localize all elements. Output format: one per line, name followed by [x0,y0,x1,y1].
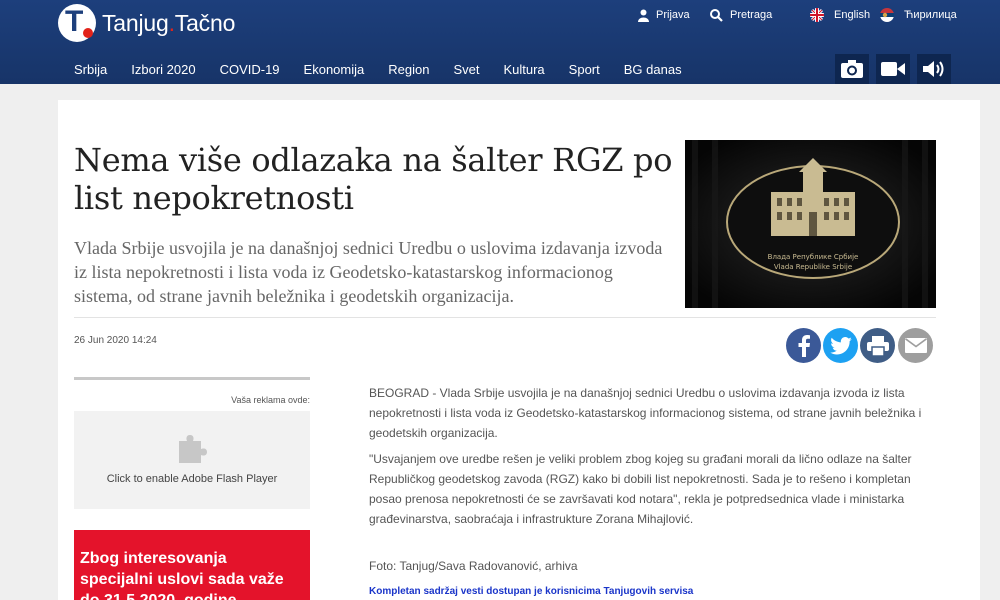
nav-item-srbija[interactable]: Srbija [62,56,119,84]
serbia-flag-icon [880,8,894,22]
facebook-icon [798,334,810,357]
article-lead: Vlada Srbije usvojila je na današnjoj se… [74,238,663,306]
search-label: Pretraga [730,9,773,21]
plugin-puzzle-icon [179,435,207,463]
divider [74,317,936,318]
article-paragraph: BEOGRAD - Vlada Srbije usvojila je na da… [369,386,922,440]
uk-flag-icon [810,8,824,22]
share-twitter-button[interactable] [823,328,858,363]
nav-item-bg-danas[interactable]: BG danas [612,56,694,84]
camera-icon [841,60,863,78]
promo-banner[interactable]: Zbog interesovanja specijalni uslovi sad… [74,530,310,600]
login-label: Prijava [656,9,690,21]
video-icon [881,62,905,76]
audio-icon [923,61,944,77]
logo-mark: T [58,4,96,42]
email-button[interactable] [898,328,933,363]
photo-button[interactable] [835,54,869,84]
article-title: Nema više odlazaka na šalter RGZ po list… [74,141,673,217]
article-body: BEOGRAD - Vlada Srbije usvojila je na da… [369,383,929,535]
nav-item-svet[interactable]: Svet [441,56,491,84]
article-image[interactable]: Влада Републике Србије Vlada Republike S… [685,140,936,308]
svg-text:Влада Републике Србије: Влада Републике Србије [768,253,859,261]
sidebar-rule [74,377,310,380]
full-content-link[interactable]: Kompletan sadržaj vesti dostupan je kori… [369,586,693,597]
lang-english-label: English [834,9,871,21]
twitter-icon [829,336,852,354]
audio-button[interactable] [917,54,951,84]
article-card: Nema više odlazaka na šalter RGZ po list… [58,100,980,600]
print-button[interactable] [860,328,895,363]
user-icon [638,9,649,22]
site-header: T Tanjug.Tačno Prijava Pretraga English … [0,0,1000,84]
ad-label: Vaša reklama ovde: [231,395,310,405]
lang-cyrillic[interactable]: Ћирилица [880,6,957,24]
share-facebook-button[interactable] [786,328,821,363]
nav-item-izbori-2020[interactable]: Izbori 2020 [119,56,207,84]
login-link[interactable]: Prijava [638,6,690,24]
nav-item-covid-19[interactable]: COVID-19 [208,56,292,84]
flash-text: Click to enable Adobe Flash Player [106,473,278,485]
government-emblem-image: Влада Републике Србије Vlada Republike S… [685,140,936,308]
publish-date: 26 Jun 2020 14:24 [74,335,157,346]
nav-item-ekonomija[interactable]: Ekonomija [292,56,377,84]
search-link[interactable]: Pretraga [710,6,772,24]
flash-placeholder[interactable]: Click to enable Adobe Flash Player [74,411,310,509]
svg-text:Vlada Republike Srbije: Vlada Republike Srbije [774,263,852,271]
site-logo[interactable]: T Tanjug.Tačno [58,3,235,43]
email-icon [904,338,927,353]
photo-credit: Foto: Tanjug/Sava Radovanović, arhiva [369,559,578,573]
promo-text: Zbog interesovanja specijalni uslovi sad… [80,550,284,600]
lang-cyrillic-label: Ћирилица [904,9,957,21]
main-nav: Srbija Izbori 2020 COVID-19 Ekonomija Re… [62,56,694,84]
print-icon [866,335,889,356]
video-button[interactable] [876,54,910,84]
logo-wordmark: Tanjug.Tačno [102,9,236,36]
article-paragraph: "Usvajanjem ove uredbe rešen je veliki p… [369,452,912,526]
nav-item-sport[interactable]: Sport [557,56,612,84]
search-icon [710,8,723,22]
nav-item-kultura[interactable]: Kultura [491,56,556,84]
nav-item-region[interactable]: Region [376,56,441,84]
lang-english[interactable]: English [810,6,870,24]
